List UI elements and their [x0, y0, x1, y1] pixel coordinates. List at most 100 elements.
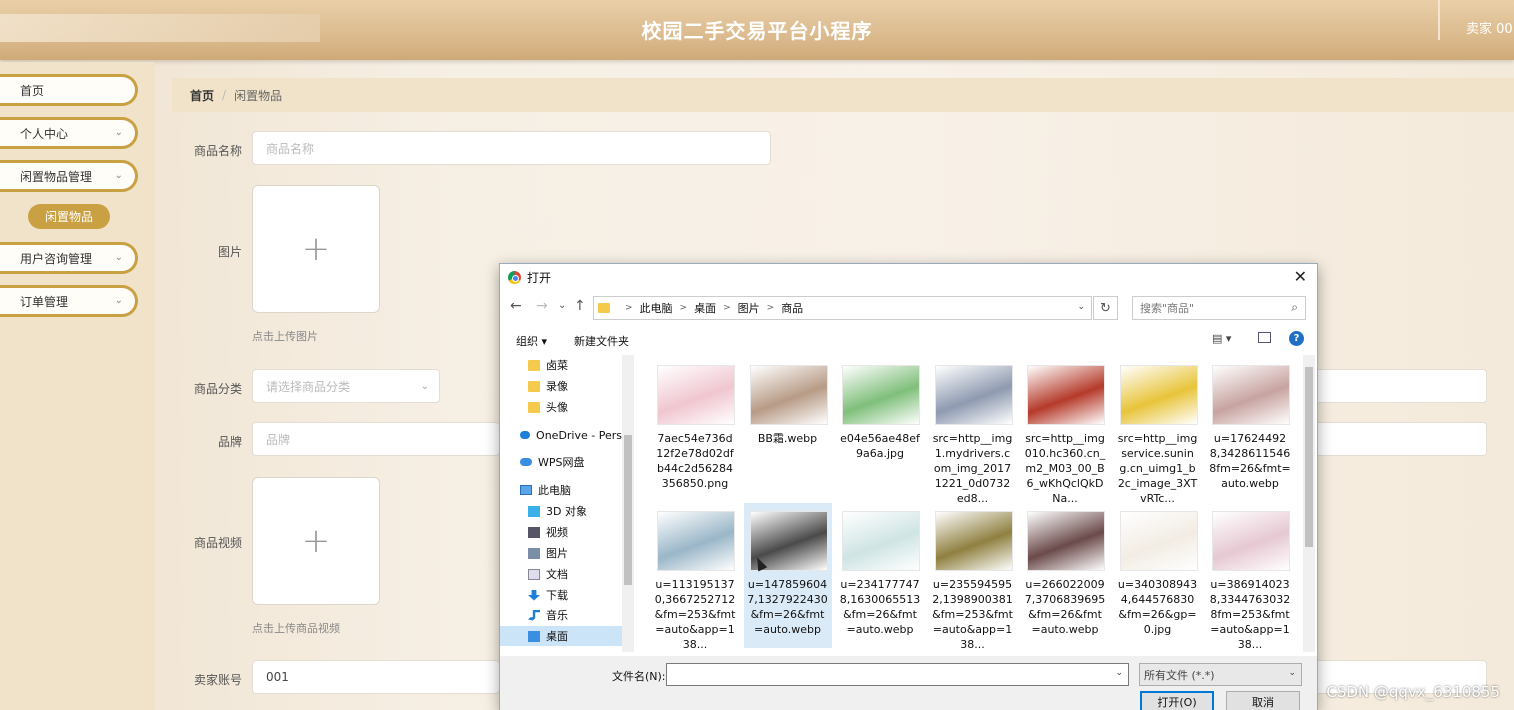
- file-item[interactable]: u=2660220097,3706839695&fm=26&fmt=auto.w…: [1021, 503, 1109, 648]
- file-item[interactable]: e04e56ae48ef9a6a.jpg: [836, 357, 924, 502]
- image-upload-box[interactable]: +: [252, 185, 380, 313]
- tree-scrollbar-thumb[interactable]: [624, 435, 632, 585]
- file-item[interactable]: u=2355945952,1398900381&fm=253&fmt=auto&…: [929, 503, 1017, 651]
- file-item[interactable]: u=1478596047,1327922430&fm=26&fmt=auto.w…: [743, 503, 832, 648]
- path-segment-desktop[interactable]: 桌面: [694, 300, 716, 316]
- file-item[interactable]: u=3403089434,644576830&fm=26&gp=0.jpg: [1114, 503, 1202, 648]
- dialog-toolbar: 组织 ▾ 新建文件夹 ▤ ▾ ?: [500, 328, 1317, 352]
- tree-item[interactable]: 音乐: [500, 605, 622, 625]
- image-thumbnail: [1027, 511, 1105, 571]
- tree-item[interactable]: OneDrive - Pers: [500, 425, 622, 445]
- file-item[interactable]: u=3869140238,33447630328fm=253&fmt=auto&…: [1206, 503, 1294, 651]
- brand-input[interactable]: 品牌: [252, 422, 500, 456]
- organize-menu[interactable]: 组织 ▾: [516, 333, 547, 349]
- sidebar-item-order-management[interactable]: 订单管理 ⌄: [0, 285, 138, 317]
- search-input[interactable]: 搜索"商品" ⌕: [1132, 296, 1306, 320]
- brand-right-field[interactable]: [1300, 422, 1487, 456]
- file-item[interactable]: u=2341777478,1630065513&fm=26&fmt=auto.w…: [836, 503, 924, 648]
- image-thumbnail: [934, 365, 1013, 425]
- file-item[interactable]: src=http__img010.hc360.cn_m2_M03_00_B6_w…: [1021, 357, 1109, 505]
- cancel-button[interactable]: 取消: [1226, 691, 1300, 710]
- file-item[interactable]: src=http__img1.mydrivers.com_img_2017122…: [929, 357, 1017, 505]
- new-folder-button[interactable]: 新建文件夹: [574, 333, 629, 349]
- tree-item-label: 此电脑: [538, 484, 571, 497]
- tree-scrollbar[interactable]: [622, 355, 634, 652]
- seller-input[interactable]: 001: [252, 660, 500, 694]
- file-item[interactable]: BB霜.webp: [744, 357, 832, 502]
- video-upload-box[interactable]: +: [252, 477, 380, 605]
- user-account[interactable]: 卖家 001: [1466, 18, 1514, 37]
- sidebar-item-label: 个人中心: [20, 126, 69, 141]
- sidebar-item-personal-center[interactable]: 个人中心 ⌄: [0, 117, 138, 149]
- file-item[interactable]: 7aec54e736d12f2e78d02dfb44c2d56284356850…: [651, 357, 739, 502]
- name-input[interactable]: 商品名称: [252, 131, 771, 165]
- folder-icon: [528, 359, 540, 371]
- chrome-icon: [508, 270, 521, 284]
- folder-icon: [598, 303, 610, 313]
- tree-item[interactable]: 录像: [500, 376, 622, 396]
- file-name: u=2660220097,3706839695&fm=26&fmt=auto.w…: [1024, 578, 1106, 636]
- grid-scrollbar-thumb[interactable]: [1305, 367, 1313, 547]
- chevron-down-icon: ⌄: [420, 381, 429, 392]
- tree-item[interactable]: 卤菜: [500, 355, 622, 375]
- chevron-down-icon: ⌄: [114, 295, 123, 306]
- chevron-down-icon: ⌄: [114, 252, 123, 263]
- tree-item[interactable]: 头像: [500, 397, 622, 417]
- sidebar-item-label: 闲置物品管理: [20, 169, 93, 184]
- file-name: u=3869140238,33447630328fm=253&fmt=auto&…: [1209, 578, 1291, 651]
- breadcrumb: 首页 / 闲置物品: [172, 78, 1514, 112]
- tree-item[interactable]: 视频: [500, 522, 622, 542]
- tree-item[interactable]: 桌面: [500, 626, 622, 646]
- path-separator: >: [723, 303, 731, 313]
- tree-item-label: 下载: [546, 589, 568, 602]
- preview-pane-icon[interactable]: [1258, 332, 1271, 343]
- breadcrumb-current: 闲置物品: [234, 88, 283, 103]
- path-segment-goods[interactable]: 商品: [781, 300, 803, 316]
- tree-item[interactable]: 文档: [500, 564, 622, 584]
- open-button[interactable]: 打开(O): [1140, 691, 1214, 710]
- category-right-field[interactable]: [1300, 369, 1487, 403]
- chevron-down-icon[interactable]: ⌄: [1115, 668, 1123, 678]
- tree-item[interactable]: WPS网盘: [500, 452, 622, 472]
- refresh-icon[interactable]: ↻: [1093, 296, 1118, 320]
- address-bar[interactable]: > 此电脑 > 桌面 > 图片 > 商品 ⌄: [593, 296, 1092, 320]
- grid-scrollbar[interactable]: [1303, 355, 1315, 652]
- tree-item-label: 录像: [546, 380, 568, 393]
- file-name: src=http__imgservice.suning.cn_uimg1_b2c…: [1117, 432, 1198, 505]
- file-type-select[interactable]: 所有文件 (*.*) ⌄: [1139, 663, 1302, 686]
- back-arrow-icon[interactable]: ←: [510, 298, 522, 314]
- recent-locations-icon[interactable]: ⌄: [558, 300, 566, 311]
- sidebar-item-home[interactable]: 首页: [0, 74, 138, 106]
- tree-item[interactable]: 下载: [500, 585, 622, 605]
- breadcrumb-home[interactable]: 首页: [190, 87, 214, 104]
- file-item[interactable]: u=176244928,34286115468fm=26&fmt=auto.we…: [1206, 357, 1294, 502]
- help-icon[interactable]: ?: [1289, 331, 1304, 346]
- file-name: u=2341777478,1630065513&fm=26&fmt=auto.w…: [839, 578, 921, 636]
- tree-item[interactable]: 此电脑: [500, 480, 622, 500]
- sidebar-item-label: 用户咨询管理: [20, 251, 93, 266]
- path-segment-pictures[interactable]: 图片: [738, 300, 760, 316]
- file-item[interactable]: src=http__imgservice.suning.cn_uimg1_b2c…: [1114, 357, 1202, 505]
- cube-icon: [528, 505, 540, 517]
- path-separator: >: [766, 303, 775, 313]
- seller-label: 卖家账号: [193, 673, 242, 687]
- file-name: 7aec54e736d12f2e78d02dfb44c2d56284356850…: [656, 432, 734, 490]
- path-segment-this-pc[interactable]: 此电脑: [640, 300, 673, 316]
- up-arrow-icon[interactable]: ↑: [574, 298, 586, 314]
- filename-input[interactable]: ⌄: [666, 663, 1129, 686]
- chevron-down-icon[interactable]: ⌄: [1077, 302, 1085, 312]
- sidebar-subitem-idle-goods[interactable]: 闲置物品: [28, 204, 110, 229]
- tree-item[interactable]: 图片: [500, 543, 622, 563]
- chevron-down-icon: ⌄: [114, 127, 123, 138]
- tree-item[interactable]: 3D 对象: [500, 501, 622, 521]
- file-item[interactable]: u=1131951370,3667252712&fm=253&fmt=auto&…: [651, 503, 739, 651]
- forward-arrow-icon[interactable]: →: [536, 298, 548, 314]
- tree-item-label: 头像: [546, 401, 568, 414]
- top-header: 校园二手交易平台小程序 卖家 001: [0, 0, 1514, 60]
- category-select[interactable]: 请选择商品分类 ⌄: [252, 369, 440, 403]
- sidebar-item-idle-goods-management[interactable]: 闲置物品管理 ⌄: [0, 160, 138, 192]
- sidebar-item-user-consult-management[interactable]: 用户咨询管理 ⌄: [0, 242, 138, 274]
- tree-item-label: OneDrive - Pers: [536, 428, 622, 442]
- view-options-icon[interactable]: ▤ ▾: [1212, 332, 1231, 345]
- close-icon[interactable]: ✕: [1294, 267, 1307, 286]
